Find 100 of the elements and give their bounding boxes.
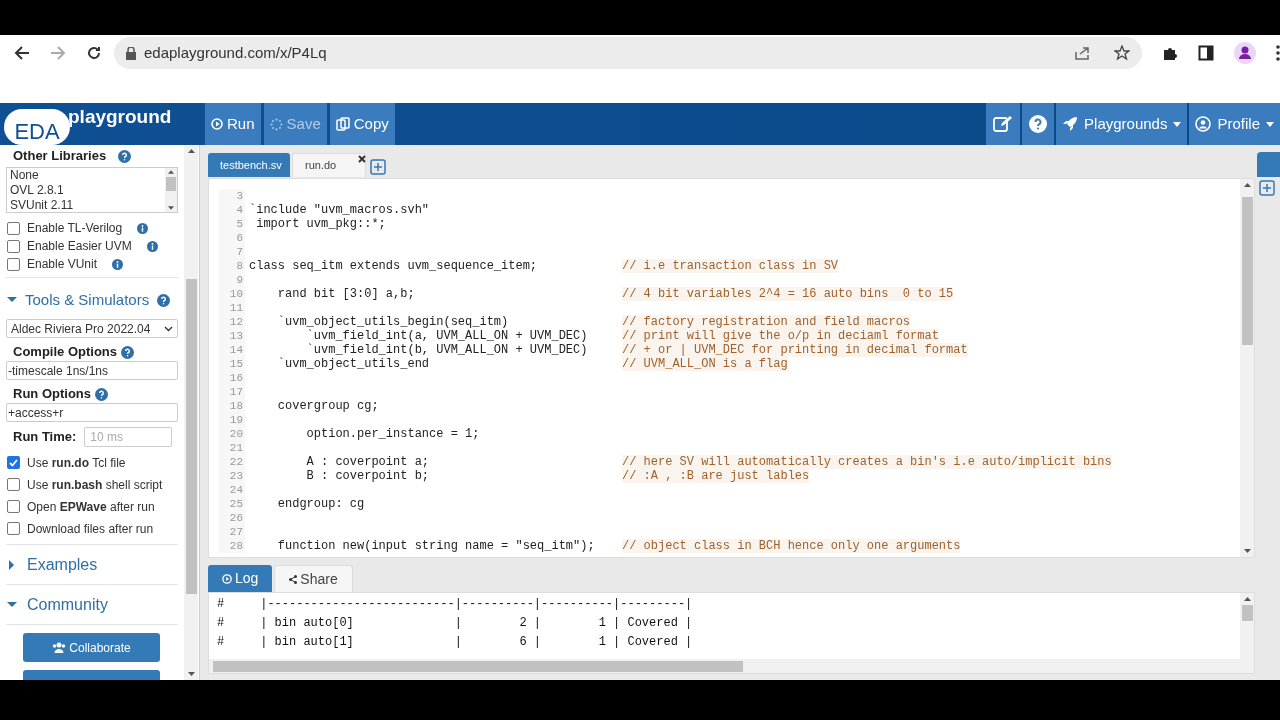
checkbox[interactable] <box>7 257 20 271</box>
code-comment: // UVM_ALL_ON is a flag <box>622 357 788 371</box>
collaborate-button[interactable]: Collaborate <box>23 633 160 662</box>
caret-icon[interactable] <box>7 295 17 305</box>
line-number: 6 <box>236 231 243 245</box>
checkbox-label[interactable]: Enable TL-Verilog <box>27 219 123 237</box>
code-text: class seq_itm extends uvm_sequence_item; <box>249 259 538 273</box>
menu-icon[interactable] <box>1276 45 1280 61</box>
logo-text: playground <box>68 104 172 129</box>
back-icon[interactable] <box>14 45 30 61</box>
section-title[interactable]: Examples <box>27 552 98 577</box>
checkbox[interactable] <box>7 239 20 253</box>
line-number: 22 <box>229 455 243 469</box>
line-number: 10 <box>229 287 243 301</box>
scroll-up-icon[interactable] <box>1243 597 1251 601</box>
scroll-down-icon[interactable] <box>187 672 195 676</box>
menu-button[interactable]: Profile <box>1189 103 1280 145</box>
compile-options-field[interactable]: -timescale 1ns/1ns <box>6 361 178 380</box>
header-button[interactable]: Copy <box>329 103 395 145</box>
scroll-thumb[interactable] <box>1241 605 1253 621</box>
run-options-field[interactable]: +access+r <box>6 403 178 422</box>
menu-button[interactable]: Playgrounds <box>1056 103 1188 145</box>
section-title[interactable]: Community <box>27 592 108 617</box>
checkbox[interactable] <box>7 522 20 535</box>
header-button[interactable]: Run <box>205 103 261 145</box>
checkbox-label[interactable]: Enable VUnit <box>27 255 98 273</box>
avatar-icon[interactable] <box>1234 42 1256 64</box>
caret-icon <box>1266 121 1274 127</box>
help-icon <box>95 387 108 401</box>
editor-scrollbar[interactable] <box>1240 179 1254 557</box>
line-number: 25 <box>229 497 243 511</box>
code-text: rand bit [3:0] a,b; <box>276 287 415 301</box>
side-panel-icon[interactable] <box>1198 45 1214 61</box>
star-icon[interactable] <box>1114 45 1130 61</box>
line-number: 3 <box>236 189 243 203</box>
checkbox[interactable] <box>7 456 20 469</box>
line-number: 7 <box>236 245 243 259</box>
icon-button[interactable] <box>1022 103 1055 145</box>
line-number: 28 <box>229 539 243 553</box>
line-number: 20 <box>229 427 243 441</box>
scroll-thumb[interactable] <box>1241 197 1253 345</box>
icon-button[interactable] <box>986 103 1021 145</box>
caret-icon[interactable] <box>7 559 17 570</box>
checkbox[interactable] <box>7 221 20 235</box>
line-number: 18 <box>229 399 243 413</box>
checkbox[interactable] <box>7 478 20 491</box>
file-tab[interactable]: run.do <box>292 153 366 177</box>
checkbox-label[interactable]: Download files after run <box>27 519 154 538</box>
rocket-icon <box>1062 116 1079 132</box>
puzzle-icon[interactable] <box>1162 45 1178 61</box>
scroll-down-icon[interactable] <box>168 206 174 210</box>
logo-badge-text: EDA <box>14 121 60 143</box>
close-icon[interactable] <box>358 155 366 163</box>
code-text: `uvm_field_int(b, UVM_ALL_ON + UVM_DEC) <box>305 343 588 357</box>
panel-tab[interactable]: Share <box>274 565 353 592</box>
play-icon <box>222 573 232 584</box>
file-tab[interactable]: testbench.sv <box>208 153 290 177</box>
spinner-icon <box>269 117 283 131</box>
help-icon <box>121 345 134 359</box>
line-number: 13 <box>229 329 243 343</box>
code-comment: // print will give the o/p in deciaml format <box>622 329 939 343</box>
checkbox-label[interactable]: Enable Easier UVM <box>27 237 132 255</box>
checkbox-label[interactable]: Open EPWave after run <box>27 497 155 516</box>
checkbox-label[interactable]: Use run.do Tcl file <box>27 453 126 472</box>
simulator-select[interactable]: Aldec Riviera Pro 2022.04 <box>6 319 178 338</box>
scroll-thumb[interactable] <box>213 660 743 672</box>
scroll-up-icon[interactable] <box>1243 183 1251 187</box>
caret-icon <box>1173 121 1182 127</box>
edit-icon <box>993 115 1014 133</box>
code-comment: // 4 bit variables 2^4 = 16 auto bins 0 to 15 <box>622 287 954 301</box>
list-option[interactable]: OVL 2.8.1 <box>10 183 165 198</box>
line-number: 21 <box>229 441 243 455</box>
scroll-thumb[interactable] <box>185 279 197 594</box>
section-title[interactable]: Tools & Simulators <box>25 288 150 312</box>
line-number: 8 <box>236 259 243 273</box>
list-option[interactable]: SVUnit 2.11 <box>10 198 165 213</box>
line-number: 11 <box>229 301 243 315</box>
line-number: 9 <box>236 273 243 287</box>
scroll-up-icon[interactable] <box>168 170 174 174</box>
log-scrollbar[interactable] <box>1240 593 1254 659</box>
caret-icon[interactable] <box>7 599 17 610</box>
share-icon[interactable] <box>1074 45 1090 61</box>
checkbox-label[interactable]: Use run.bash shell script <box>27 475 163 494</box>
code-text: `uvm_object_utils_begin(seq_itm) <box>276 315 509 329</box>
help-icon <box>1029 115 1048 133</box>
list-scrollbar[interactable] <box>165 168 177 212</box>
library-list[interactable]: None OVL 2.8.1 SVUnit 2.11 <box>6 167 178 213</box>
add-tab-icon[interactable] <box>1259 180 1275 196</box>
run-time-field[interactable]: 10 ms <box>84 427 173 447</box>
log-line: # |--------------------------|----------|----------|---------| <box>217 596 694 613</box>
panel-tab[interactable]: Log <box>208 565 273 592</box>
checkbox[interactable] <box>7 500 20 513</box>
horizontal-scrollbar[interactable] <box>209 659 1254 673</box>
reload-icon[interactable] <box>86 45 102 61</box>
address-bar[interactable]: edaplayground.com/x/P4Lq <box>114 37 1142 69</box>
sidebar-scrollbar[interactable] <box>184 145 198 680</box>
scroll-up-icon[interactable] <box>187 149 195 153</box>
list-option[interactable]: None <box>10 168 165 183</box>
scroll-down-icon[interactable] <box>1243 549 1251 553</box>
log-line: # | bin auto[1] | 6 | 1 | Covered | <box>217 634 694 651</box>
